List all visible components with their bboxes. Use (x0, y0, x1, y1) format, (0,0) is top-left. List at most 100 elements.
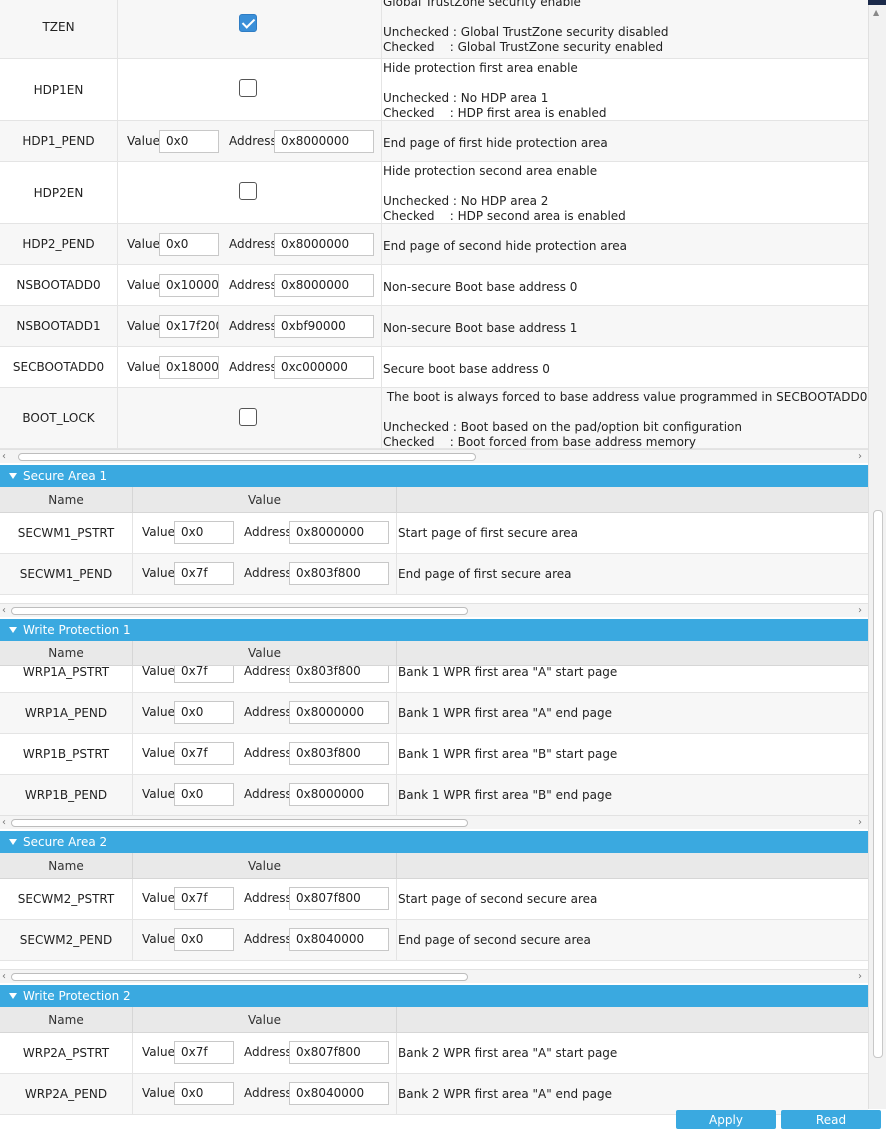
address-input[interactable]: 0x803f800 (289, 742, 389, 765)
name-column-header: Name (48, 646, 84, 660)
scroll-up-icon[interactable]: ▲ (873, 8, 879, 17)
scroll-thumb[interactable] (11, 973, 468, 981)
value-input[interactable]: 0x0 (159, 232, 219, 256)
value-label: Value (127, 359, 160, 374)
option-name: HDP2EN (33, 185, 84, 200)
scroll-left-icon[interactable]: ‹ (2, 816, 6, 829)
section-header[interactable]: Write Protection 1 (0, 619, 868, 641)
value-input[interactable]: 0x17f200 (159, 314, 219, 338)
scroll-right-icon[interactable]: › (858, 816, 862, 829)
option-name: BOOT_LOCK (22, 411, 95, 425)
description-cell: Bank 1 WPR first area "B" end page (396, 775, 868, 815)
value-input[interactable]: 0x0 (174, 701, 234, 724)
read-button[interactable]: Read (781, 1110, 881, 1129)
description-cell: Hide protection first area enable Unchec… (381, 59, 868, 120)
section-row: SECWM1_PEND Value 0x7f Address 0x803f800 End … (0, 554, 868, 595)
option-description: Bank 1 WPR first area "A" end page (398, 706, 612, 720)
value-input[interactable]: 0x0 (174, 1082, 234, 1105)
address-input[interactable]: 0xc000000 (274, 355, 374, 379)
option-description: Start page of first secure area (398, 526, 579, 540)
scroll-right-icon[interactable]: › (858, 604, 862, 617)
option-checkbox[interactable] (239, 182, 257, 200)
scroll-right-icon[interactable]: › (858, 970, 862, 983)
scroll-thumb[interactable] (18, 453, 476, 461)
option-row: NSBOOTADD0 Value 0x10000 Address 0x8000000 No… (0, 265, 868, 306)
option-description: End page of first hide protection area (383, 135, 608, 150)
option-checkbox[interactable] (239, 79, 257, 97)
address-input[interactable]: 0x8040000 (289, 1082, 389, 1105)
horizontal-scrollbar[interactable]: ‹ › (0, 969, 868, 983)
value-input[interactable]: 0x10000 (159, 273, 219, 297)
address-label: Address (244, 705, 292, 719)
section-header[interactable]: Secure Area 1 (0, 465, 868, 487)
section-row: WRP1B_PEND Value 0x0 Address 0x8000000 Bank 1… (0, 775, 868, 816)
column-header: Name Value (0, 853, 868, 879)
description-cell: End page of second secure area (396, 920, 868, 960)
value-input[interactable]: 0x7f (174, 562, 234, 585)
scroll-thumb[interactable] (11, 819, 468, 827)
scroll-right-icon[interactable]: › (858, 450, 862, 463)
section-row: WRP2A_PEND Value 0x0 Address 0x8040000 Bank 2… (0, 1074, 868, 1115)
description-cell: Secure boot base address 0 (381, 347, 868, 387)
value-cell: Value 0x0 Address 0x8000000 (132, 693, 396, 733)
collapse-triangle-icon[interactable] (9, 839, 17, 845)
scroll-thumb[interactable] (11, 607, 468, 615)
collapse-triangle-icon[interactable] (9, 627, 17, 633)
apply-button[interactable]: Apply (676, 1110, 776, 1129)
collapse-triangle-icon[interactable] (9, 473, 17, 479)
section-row: SECWM2_PSTRT Value 0x7f Address 0x807f800 Sta… (0, 879, 868, 920)
option-description: Secure boot base address 0 (383, 361, 550, 376)
address-input[interactable]: 0x8000000 (274, 129, 374, 153)
vertical-scroll-thumb[interactable] (873, 510, 883, 1058)
option-row: SECBOOTADD0 Value 0x18000 Address 0xc000000 S… (0, 347, 868, 388)
value-input[interactable]: 0x18000 (159, 355, 219, 379)
description-cell: Bank 1 WPR first area "A" end page (396, 693, 868, 733)
address-input[interactable]: 0x8000000 (274, 232, 374, 256)
scroll-left-icon[interactable]: ‹ (2, 604, 6, 617)
option-checkbox[interactable] (239, 13, 257, 32)
value-input[interactable]: 0x7f (174, 742, 234, 765)
address-input[interactable]: 0x8000000 (289, 521, 389, 544)
value-cell: Value 0x10000 Address 0x8000000 (117, 265, 381, 305)
option-description: Bank 1 WPR first area "A" start page (398, 665, 618, 679)
value-cell: Value 0x18000 Address 0xc000000 (117, 347, 381, 387)
value-label: Value (142, 1086, 175, 1100)
value-input[interactable]: 0x0 (174, 783, 234, 806)
description-cell: Bank 1 WPR first area "B" start page (396, 734, 868, 774)
value-input[interactable]: 0x7f (174, 1041, 234, 1064)
option-name: WRP1A_PEND (24, 706, 108, 720)
value-input[interactable]: 0x0 (159, 129, 219, 153)
option-checkbox[interactable] (239, 407, 257, 426)
description-cell: Hide protection second area enable Unche… (381, 162, 868, 223)
value-cell (117, 162, 381, 223)
horizontal-scrollbar[interactable]: ‹ › (0, 603, 868, 617)
address-input[interactable]: 0x803f800 (289, 562, 389, 585)
horizontal-scrollbar[interactable]: ‹ › (0, 815, 868, 829)
address-input[interactable]: 0x8000000 (289, 701, 389, 724)
value-input[interactable]: 0x0 (174, 521, 234, 544)
value-input[interactable]: 0x0 (174, 928, 234, 951)
value-cell (117, 0, 381, 58)
section-header[interactable]: Secure Area 2 (0, 831, 868, 853)
scroll-left-icon[interactable]: ‹ (2, 450, 6, 463)
address-label: Address (244, 932, 292, 946)
address-input[interactable]: 0xbf90000 (274, 314, 374, 338)
option-description: Global TrustZone security enable Uncheck… (383, 0, 669, 54)
description-column-header (396, 853, 868, 878)
collapse-triangle-icon[interactable] (9, 993, 17, 999)
horizontal-scrollbar[interactable]: ‹ › (0, 449, 868, 463)
value-cell: Value 0x7f Address 0x803f800 (132, 554, 396, 594)
scroll-left-icon[interactable]: ‹ (2, 970, 6, 983)
value-cell: Value 0x0 Address 0x8000000 (132, 775, 396, 815)
address-input[interactable]: 0x8000000 (274, 273, 374, 297)
address-input[interactable]: 0x8040000 (289, 928, 389, 951)
address-input[interactable]: 0x807f800 (289, 1041, 389, 1064)
option-description: Bank 1 WPR first area "B" end page (398, 788, 612, 802)
address-input[interactable]: 0x807f800 (289, 887, 389, 910)
option-description: Hide protection first area enable Unchec… (383, 61, 607, 120)
value-input[interactable]: 0x7f (174, 887, 234, 910)
vertical-scrollbar[interactable]: ▲ (868, 5, 886, 1109)
address-input[interactable]: 0x8000000 (289, 783, 389, 806)
description-cell: Start page of first secure area (396, 513, 868, 553)
section-header[interactable]: Write Protection 2 (0, 985, 868, 1007)
